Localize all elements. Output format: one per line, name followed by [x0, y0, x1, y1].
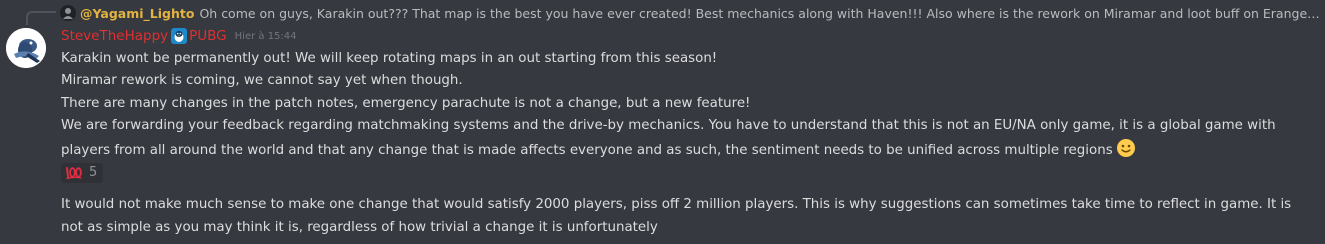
reply-avatar-icon[interactable] — [60, 5, 76, 21]
timestamp[interactable]: Hier à 15:44 — [235, 31, 297, 42]
message-line: Karakin wont be permanently out! We will… — [61, 51, 718, 66]
message-line: There are many changes in the patch note… — [61, 95, 751, 111]
avatar[interactable] — [6, 28, 46, 68]
reaction-count: 5 — [89, 164, 98, 180]
reply-connector — [26, 11, 56, 25]
message-line-text: We are forwarding your feedback regardin… — [61, 118, 1276, 158]
message-header: SteveTheHappy PUBG Hier à 15:44 — [61, 27, 297, 45]
author-name[interactable]: SteveTheHappy — [61, 28, 168, 44]
followup-message: It would not make much sense to make one… — [61, 197, 1292, 235]
reply-author[interactable]: @Yagami_Lighto — [80, 6, 194, 21]
slightly-smiling-face-icon — [1116, 138, 1136, 158]
reply-preview[interactable]: @Yagami_Lighto Oh come on guys, Karakin … — [60, 3, 1320, 23]
message-line: Miramar rework is coming, we cannot say … — [61, 73, 463, 89]
role-tag[interactable]: PUBG — [189, 28, 227, 44]
message-line: We are forwarding your feedback regardin… — [61, 115, 1313, 162]
message-content: Karakin wont be permanently out! We will… — [61, 48, 1313, 239]
reaction-button[interactable]: 5 — [61, 163, 104, 184]
penguin-badge-icon — [171, 28, 188, 44]
reply-text[interactable]: Oh come on guys, Karakin out??? That map… — [199, 6, 1320, 21]
hundred-points-icon — [65, 166, 83, 180]
